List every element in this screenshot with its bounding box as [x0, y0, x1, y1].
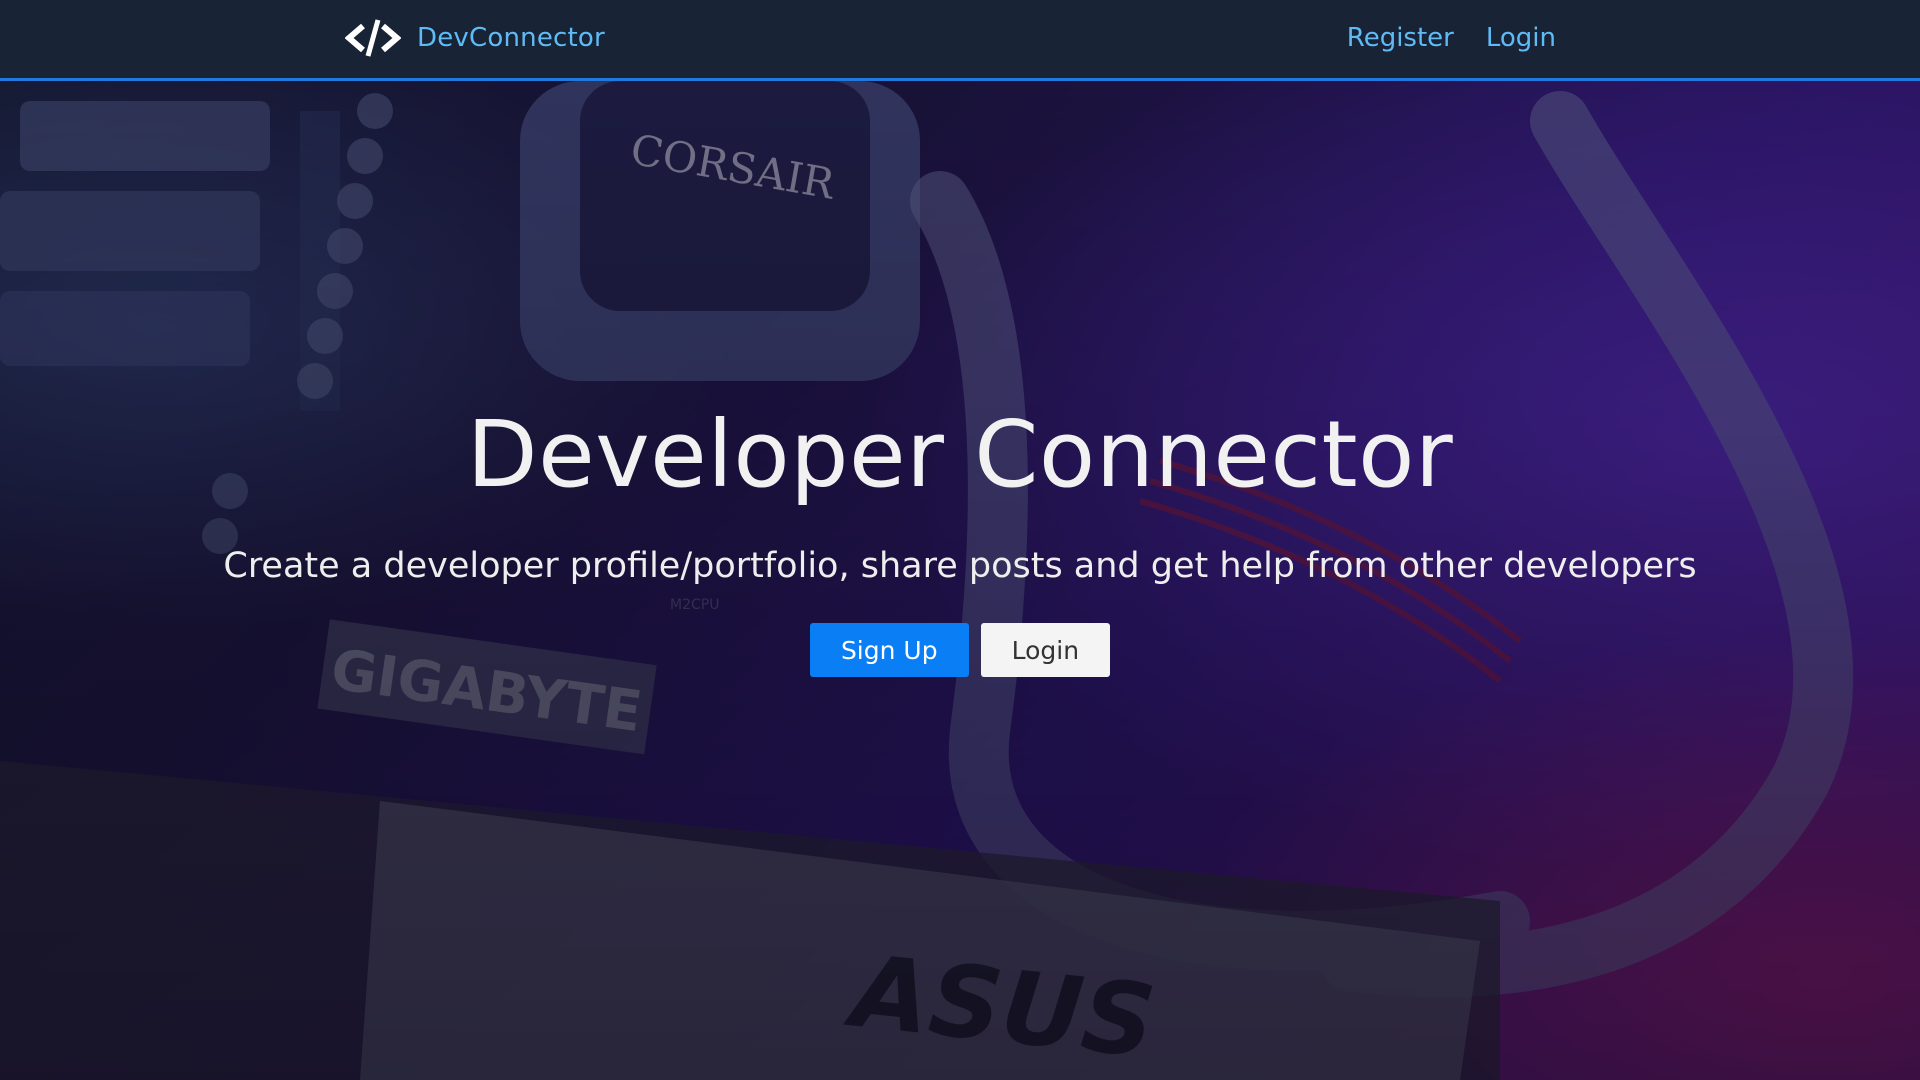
nav-register-link[interactable]: Register [1347, 23, 1454, 53]
hero-section: CORSAIR GIGABYTE M2CPU ASUS Developer Co… [0, 81, 1920, 1080]
sign-up-button[interactable]: Sign Up [809, 623, 969, 677]
hero-buttons: Sign Up Login [0, 623, 1920, 677]
brand-link[interactable]: DevConnector [345, 18, 605, 58]
nav-login-link[interactable]: Login [1486, 23, 1556, 53]
code-icon [345, 19, 401, 57]
landing-inner: Developer Connector Create a developer p… [0, 81, 1920, 1080]
brand-text: DevConnector [417, 23, 605, 53]
page-title: Developer Connector [466, 401, 1454, 508]
hero-lead-text: Create a developer profile/portfolio, sh… [223, 546, 1697, 586]
login-button[interactable]: Login [980, 623, 1111, 677]
navbar: DevConnector Register Login [0, 0, 1920, 81]
nav-links: Register Login [1347, 18, 1556, 58]
